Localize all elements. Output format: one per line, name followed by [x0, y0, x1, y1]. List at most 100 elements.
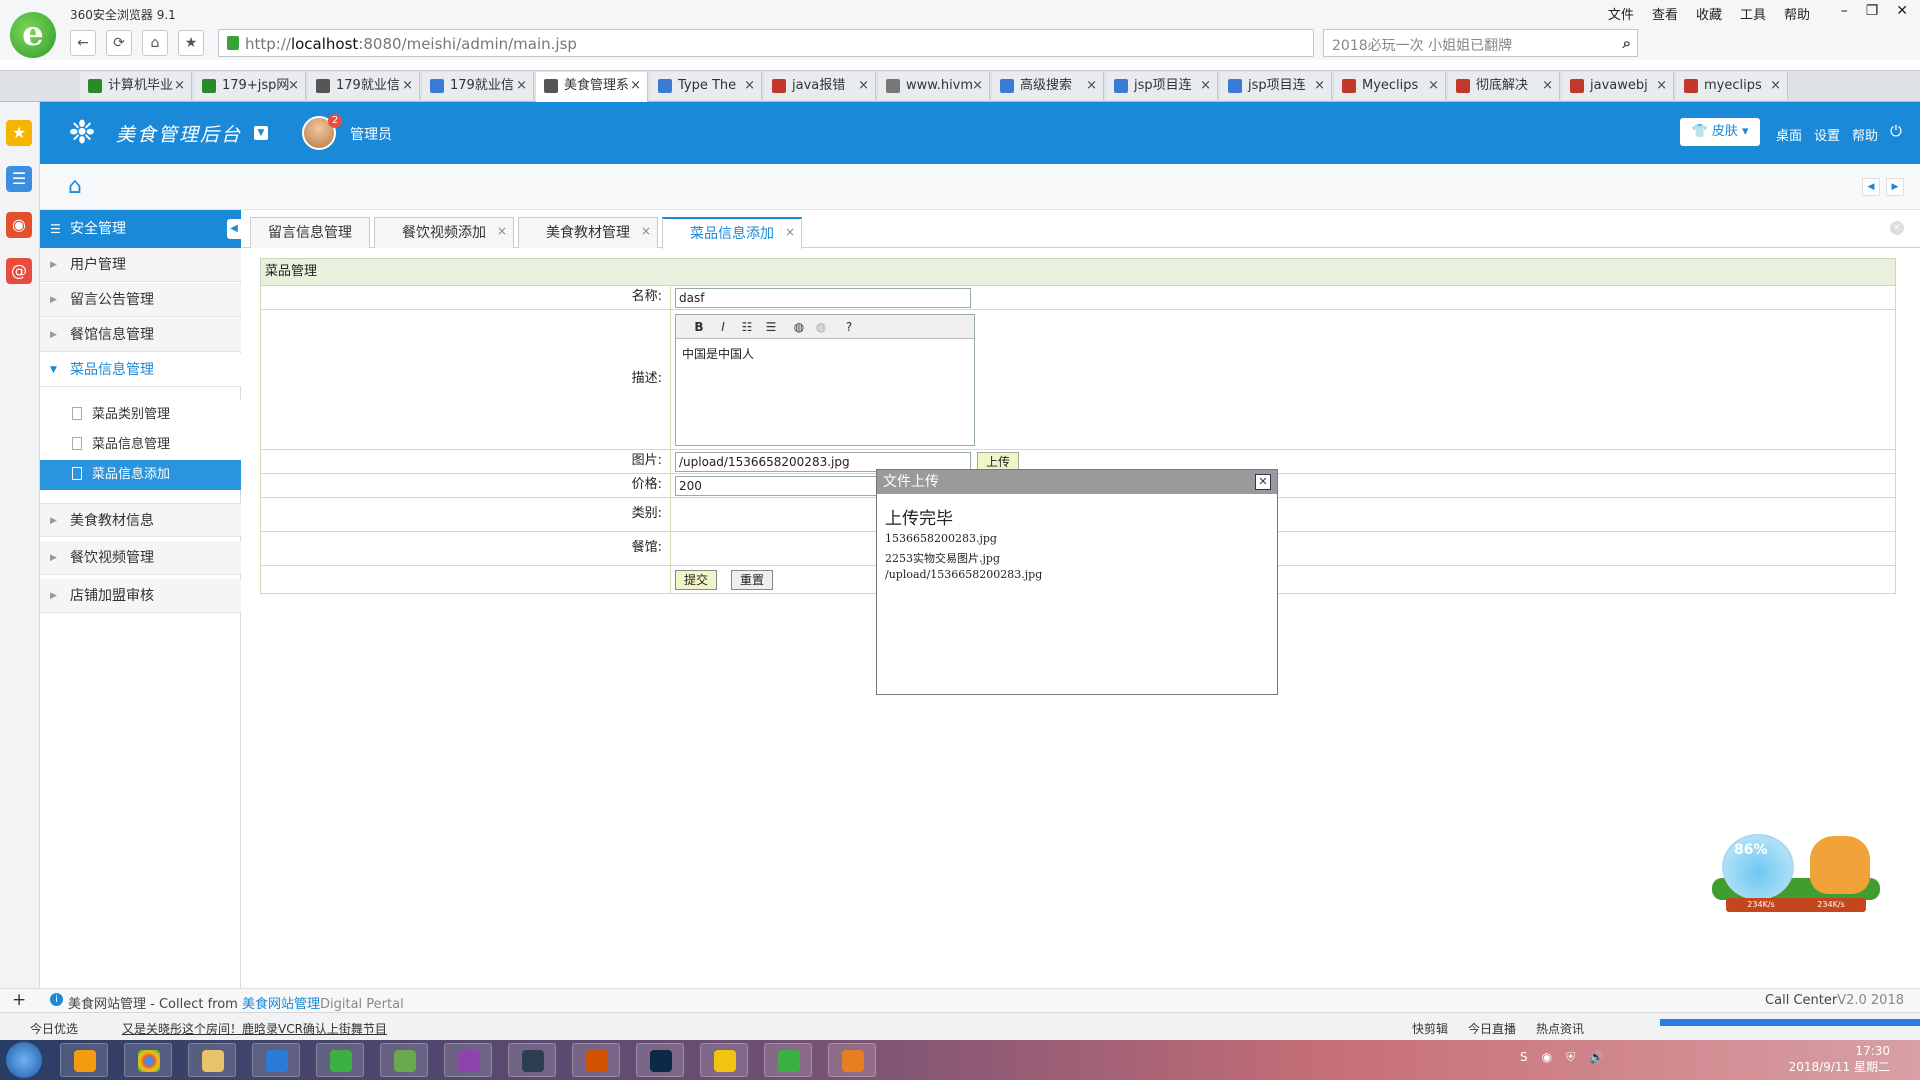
sidebar-sub-dish-add[interactable]: 菜品信息添加: [40, 460, 241, 490]
close-icon[interactable]: ×: [288, 72, 299, 100]
browser-tab[interactable]: 彻底解决 ×: [1448, 72, 1560, 100]
close-icon[interactable]: ×: [402, 72, 413, 100]
taskbar-chrome[interactable]: [124, 1043, 172, 1077]
close-icon[interactable]: ×: [1770, 72, 1781, 100]
taskbar-360[interactable]: [316, 1043, 364, 1077]
close-icon[interactable]: ✕: [1255, 474, 1271, 490]
home-button[interactable]: ⌂: [142, 30, 168, 56]
taskbar-photoshop[interactable]: [636, 1043, 684, 1077]
sidebar-item-users[interactable]: ▶ 用户管理: [40, 248, 241, 282]
start-button[interactable]: [6, 1042, 42, 1078]
taskbar-app[interactable]: [60, 1043, 108, 1077]
menu-favorites[interactable]: 收藏: [1696, 4, 1722, 23]
close-icon[interactable]: ×: [1086, 72, 1097, 100]
close-icon[interactable]: ×: [1314, 72, 1325, 100]
browser-tab[interactable]: Myeclips ×: [1334, 72, 1446, 100]
sidebar-item-messages[interactable]: ▶ 留言公告管理: [40, 283, 241, 317]
speed-gadget[interactable]: 86% 234K/s 234K/s: [1712, 828, 1880, 912]
notes-icon[interactable]: ☰: [6, 166, 32, 192]
close-icon[interactable]: ×: [497, 216, 507, 246]
close-icon[interactable]: ×: [641, 216, 651, 246]
browser-search-box[interactable]: 2018必玩一次 小姐姐已翻牌 ⌕: [1323, 29, 1638, 57]
sidebar-sub-dish-category[interactable]: 菜品类别管理: [40, 400, 241, 430]
browser-tab[interactable]: myeclips ×: [1676, 72, 1788, 100]
clock[interactable]: 17:30 2018/9/11 星期二: [1789, 1043, 1890, 1075]
description-editor[interactable]: B I ☷ ☰ ◍ ◍ ? 中国是中国人: [675, 314, 975, 446]
back-button[interactable]: ←: [70, 30, 96, 56]
close-icon[interactable]: ×: [1200, 72, 1211, 100]
close-icon[interactable]: ×: [516, 72, 527, 100]
volume-icon[interactable]: 🔊: [1589, 1050, 1604, 1065]
menu-help[interactable]: 帮助: [1784, 4, 1810, 23]
sidebar-sub-dish-info[interactable]: 菜品信息管理: [40, 430, 241, 460]
live-link[interactable]: 今日直播: [1468, 1020, 1516, 1037]
desktop-link[interactable]: 桌面: [1776, 125, 1802, 144]
browser-tab[interactable]: www.hivm ×: [878, 72, 990, 100]
tab-message-manage[interactable]: 留言信息管理: [250, 217, 370, 248]
sidebar-item-franchise[interactable]: ▶ 店铺加盟审核: [40, 579, 241, 613]
bold-icon[interactable]: B: [690, 318, 708, 336]
menu-file[interactable]: 文件: [1608, 4, 1634, 23]
bookmark-button[interactable]: ★: [178, 30, 204, 56]
reset-button[interactable]: 重置: [731, 570, 773, 590]
settings-link[interactable]: 设置: [1814, 125, 1840, 144]
network-icon[interactable]: ◉: [1542, 1050, 1552, 1065]
weibo-icon[interactable]: ◉: [6, 212, 32, 238]
taskbar-explorer[interactable]: [188, 1043, 236, 1077]
arrow-right-icon[interactable]: ▶: [1886, 178, 1904, 196]
unordered-list-icon[interactable]: ☰: [762, 318, 780, 336]
taskbar-app2[interactable]: [700, 1043, 748, 1077]
sidebar-item-dishes[interactable]: ▼ 菜品信息管理: [40, 353, 241, 387]
unlink-icon[interactable]: ◍: [812, 318, 830, 336]
close-icon[interactable]: ×: [630, 72, 641, 100]
power-icon[interactable]: ⏻: [1890, 122, 1902, 140]
taskbar-winrar[interactable]: [444, 1043, 492, 1077]
browser-tab[interactable]: 179就业信 ×: [422, 72, 534, 100]
name-input[interactable]: dasf: [675, 288, 971, 308]
today-picks[interactable]: 今日优选: [30, 1020, 78, 1037]
close-icon[interactable]: ×: [744, 72, 755, 100]
hot-news-link[interactable]: 热点资讯: [1536, 1020, 1584, 1037]
arrow-left-icon[interactable]: ◀: [1862, 178, 1880, 196]
favorites-star-icon[interactable]: ★: [6, 120, 32, 146]
taskbar-editor[interactable]: [380, 1043, 428, 1077]
refresh-button[interactable]: ⟳: [106, 30, 132, 56]
help-icon[interactable]: ?: [840, 318, 858, 336]
close-icon[interactable]: ×: [785, 217, 795, 247]
tab-dish-add[interactable]: 菜品信息添加 ×: [662, 217, 802, 249]
address-bar[interactable]: http://localhost:8080/meishi/admin/main.…: [218, 29, 1314, 57]
taskbar-u[interactable]: [252, 1043, 300, 1077]
plus-icon[interactable]: +: [12, 990, 26, 1010]
quick-edit-link[interactable]: 快剪辑: [1412, 1020, 1448, 1037]
close-icon[interactable]: ×: [174, 72, 185, 100]
taskbar-eclipse[interactable]: [508, 1043, 556, 1077]
taskbar-360-2[interactable]: [764, 1043, 812, 1077]
taskbar-player[interactable]: [828, 1043, 876, 1077]
minimize-icon[interactable]: –: [1841, 3, 1848, 19]
footer-link[interactable]: 美食网站管理: [242, 997, 320, 1012]
admin-name[interactable]: 管理员: [350, 124, 392, 144]
browser-tab[interactable]: jsp项目连 ×: [1106, 72, 1218, 100]
sidebar-item-tutorials[interactable]: ▶ 美食教材信息: [40, 503, 241, 537]
ordered-list-icon[interactable]: ☷: [738, 318, 756, 336]
sidebar-item-videos[interactable]: ▶ 餐饮视频管理: [40, 541, 241, 575]
news-ticker[interactable]: 又是关晓彤这个房间！鹿晗录VCR确认上街舞节目: [122, 1020, 387, 1037]
submit-button[interactable]: 提交: [675, 570, 717, 590]
close-icon[interactable]: ×: [972, 72, 983, 100]
mail-icon[interactable]: @: [6, 258, 32, 284]
browser-tab[interactable]: 高级搜索 ×: [992, 72, 1104, 100]
browser-tab[interactable]: Type The ×: [650, 72, 762, 100]
close-all-icon[interactable]: ×: [1890, 221, 1904, 235]
menu-view[interactable]: 查看: [1652, 4, 1678, 23]
italic-icon[interactable]: I: [714, 318, 732, 336]
chevron-down-icon[interactable]: ▼: [254, 126, 268, 140]
close-icon[interactable]: ×: [1428, 72, 1439, 100]
tab-tutorial-manage[interactable]: 美食教材管理 ×: [518, 217, 658, 248]
browser-tab[interactable]: 计算机毕业 ×: [80, 72, 192, 100]
close-icon[interactable]: ×: [1542, 72, 1553, 100]
close-icon[interactable]: ×: [1656, 72, 1667, 100]
close-window-icon[interactable]: ✕: [1896, 3, 1908, 19]
shield-icon[interactable]: ⛨: [1566, 1050, 1575, 1065]
skin-button[interactable]: 👕 皮肤 ▾: [1680, 118, 1760, 146]
search-icon[interactable]: ⌕: [1623, 34, 1631, 52]
